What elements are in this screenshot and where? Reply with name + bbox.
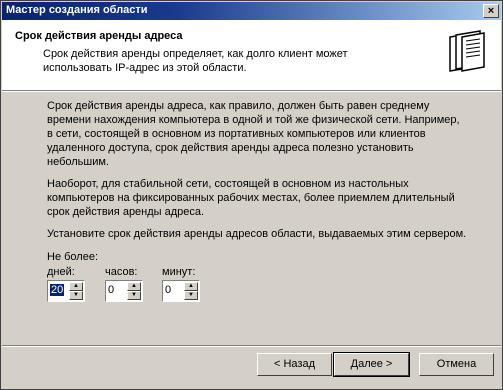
page-title: Срок действия аренды адреса xyxy=(15,30,183,42)
minutes-label: минут: xyxy=(162,266,196,278)
wizard-window: Мастер создания области × Срок действия … xyxy=(0,0,503,390)
days-label: дней: xyxy=(47,266,75,278)
spin-down-icon[interactable]: ▼ xyxy=(127,291,141,300)
spin-down-icon[interactable]: ▼ xyxy=(69,291,83,300)
description-paragraph: Срок действия аренды адреса, как правило… xyxy=(47,100,460,168)
close-button[interactable]: × xyxy=(483,4,499,18)
cancel-button[interactable]: Отмена xyxy=(419,353,494,376)
description-paragraph: Установите срок действия аренды адресов … xyxy=(47,228,467,240)
footer-divider xyxy=(2,345,501,347)
folder-stack-icon xyxy=(444,27,488,77)
minutes-value[interactable]: 0 xyxy=(165,284,171,296)
hours-label: часов: xyxy=(105,266,138,278)
back-button[interactable]: < Назад xyxy=(257,353,332,376)
title-bar: Мастер создания области × xyxy=(2,2,501,20)
hours-value[interactable]: 0 xyxy=(108,284,114,296)
spin-up-icon[interactable]: ▲ xyxy=(127,282,141,291)
spin-up-icon[interactable]: ▲ xyxy=(69,282,83,291)
window-title: Мастер создания области xyxy=(6,4,148,16)
spin-up-icon[interactable]: ▲ xyxy=(184,282,198,291)
spin-down-icon[interactable]: ▼ xyxy=(184,291,198,300)
description: Срок действия аренды адреса, как правило… xyxy=(47,99,467,249)
minutes-stepper[interactable]: 0 ▲ ▼ xyxy=(162,280,200,302)
close-icon: × xyxy=(487,5,495,17)
header-divider xyxy=(2,90,501,92)
days-value[interactable]: 20 xyxy=(50,284,65,296)
page-subtitle: Срок действия аренды определяет, как дол… xyxy=(43,48,348,74)
days-stepper[interactable]: 20 ▲ ▼ xyxy=(47,280,85,302)
no-more-label: Не более: xyxy=(47,251,99,263)
description-paragraph: Наоборот, для стабильной сети, состоящей… xyxy=(47,178,455,218)
wizard-header: Срок действия аренды адреса Срок действи… xyxy=(2,20,501,90)
hours-stepper[interactable]: 0 ▲ ▼ xyxy=(105,280,143,302)
next-button[interactable]: Далее > xyxy=(333,352,410,377)
